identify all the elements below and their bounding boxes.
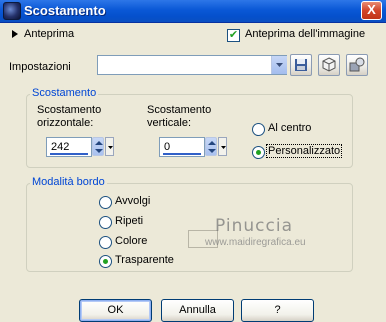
- cube-icon: [322, 57, 336, 72]
- custom-radio[interactable]: [252, 146, 265, 159]
- cancel-button[interactable]: Annulla: [161, 299, 234, 322]
- edge-radio-label-avvolgi[interactable]: Avvolgi: [115, 195, 150, 207]
- settings-dropdown[interactable]: [97, 55, 287, 75]
- horizontal-offset-slider-bar: [50, 153, 88, 155]
- up-down-arrows-icon: [95, 141, 103, 153]
- vertical-offset-slider-bar: [163, 153, 201, 155]
- chevron-down-icon: [108, 146, 113, 149]
- horizontal-offset-value: 242: [51, 141, 70, 153]
- edge-radio-label-ripeti[interactable]: Ripeti: [115, 215, 143, 227]
- edge-mode-group: [26, 183, 353, 272]
- vertical-spin-buttons[interactable]: [205, 137, 217, 156]
- settings-label: Impostazioni: [9, 61, 71, 73]
- save-preset-button[interactable]: [290, 54, 312, 76]
- chevron-down-icon: [276, 63, 283, 67]
- edge-radio-label-trasparente[interactable]: Trasparente: [115, 254, 174, 266]
- chevron-down-icon: [221, 146, 226, 149]
- edge-radio-avvolgi[interactable]: [99, 196, 112, 209]
- image-preview-checkbox[interactable]: ✔: [227, 29, 240, 42]
- center-radio-label[interactable]: Al centro: [268, 122, 311, 134]
- reset-button[interactable]: [318, 54, 340, 76]
- vertical-offset-value: 0: [164, 141, 171, 153]
- watermark-url: www.maidiregrafica.eu: [205, 237, 306, 248]
- horizontal-offset-label-line1: Scostamento: [37, 104, 102, 116]
- floppy-disk-icon: [295, 59, 307, 71]
- edge-radio-label-colore[interactable]: Colore: [115, 235, 147, 247]
- preview-expand-icon[interactable]: [11, 29, 19, 42]
- offset-group-label: Scostamento: [30, 87, 99, 99]
- edge-radio-trasparente[interactable]: [99, 255, 112, 268]
- horizontal-offset-input[interactable]: 242: [46, 137, 92, 157]
- edge-mode-group-label: Modalità bordo: [30, 176, 107, 188]
- horizontal-spin-buttons[interactable]: [92, 137, 104, 156]
- close-button[interactable]: X: [361, 1, 382, 20]
- custom-radio-label[interactable]: Personalizzato: [266, 144, 343, 158]
- settings-tool-icon: [349, 57, 365, 72]
- edge-radio-ripeti[interactable]: [99, 216, 112, 229]
- vertical-offset-label-line1: Scostamento: [147, 104, 212, 116]
- title-bar[interactable]: Scostamento X: [0, 0, 386, 23]
- up-down-arrows-icon: [208, 141, 216, 153]
- horizontal-spin-menu[interactable]: [105, 137, 114, 156]
- vertical-spin-menu[interactable]: [218, 137, 227, 156]
- app-icon: [3, 2, 21, 20]
- preset-manager-button[interactable]: [346, 54, 368, 76]
- dropdown-arrow-button[interactable]: [271, 56, 287, 74]
- image-preview-label[interactable]: Anteprima dell'immagine: [245, 28, 365, 40]
- edge-radio-colore[interactable]: [99, 236, 112, 249]
- ok-button[interactable]: OK: [79, 299, 152, 322]
- help-button[interactable]: ?: [241, 299, 314, 322]
- window-title: Scostamento: [24, 3, 106, 18]
- triangle-right-icon: [12, 30, 18, 38]
- center-radio[interactable]: [252, 123, 265, 136]
- vertical-offset-label-line2: verticale:: [147, 117, 192, 129]
- vertical-offset-input[interactable]: 0: [159, 137, 205, 157]
- watermark-title: Pinuccia: [215, 216, 293, 236]
- preview-toggle-label[interactable]: Anteprima: [24, 28, 74, 40]
- horizontal-offset-label-line2: orizzontale:: [37, 117, 94, 129]
